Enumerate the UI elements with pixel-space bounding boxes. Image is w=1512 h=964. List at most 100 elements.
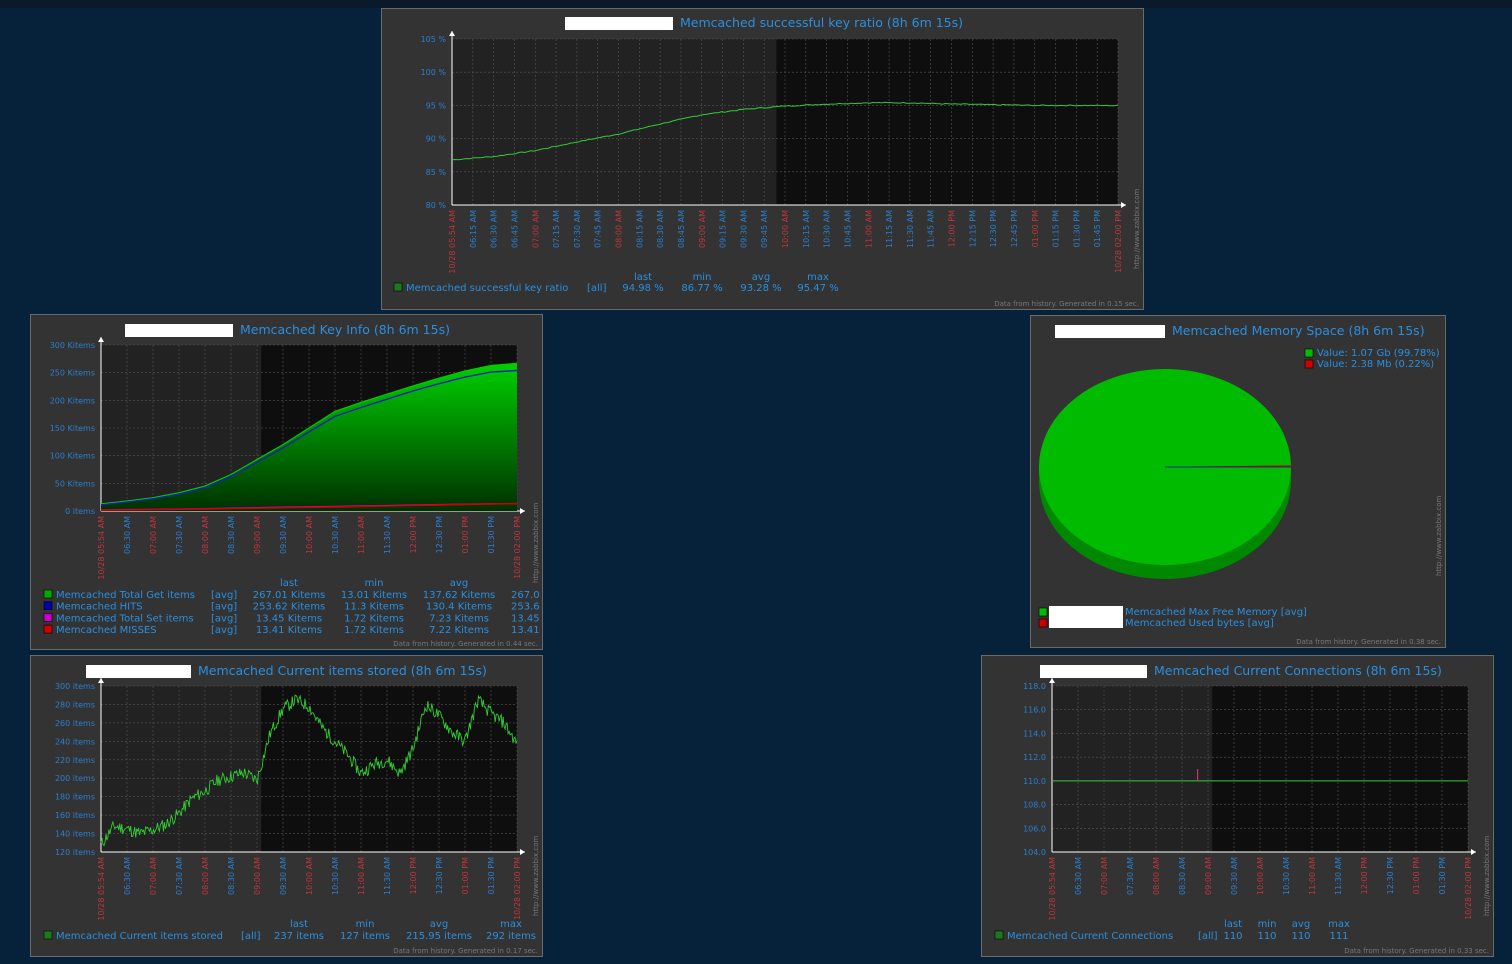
x-tick-label: 11:30 AM (383, 516, 392, 554)
legend-header: max (1328, 919, 1350, 930)
zabbix-url: http://www.zabbix.com (1435, 496, 1443, 576)
legend-header: max (807, 272, 829, 283)
x-tick-label: 11:00 AM (357, 857, 366, 895)
graph-memory-space[interactable]: Memcached Memory Space (8h 6m 15s) Value:… (1030, 315, 1446, 648)
x-tick-label: 12:15 PM (968, 210, 977, 247)
x-axis-arrow (1121, 202, 1126, 208)
y-tick-label: 280 items (55, 700, 95, 709)
legend-value: 13.41 Kitems (256, 625, 322, 636)
graph-current-items-stored[interactable]: Memcached Current items stored (8h 6m 15… (30, 655, 543, 957)
graph-key-info[interactable]: Memcached Key Info (8h 6m 15s) 300 Kitems… (30, 314, 543, 650)
plot-area-light (1052, 686, 1213, 852)
x-tick-label: 01:30 PM (487, 516, 496, 553)
x-tick-label: 12:30 PM (435, 516, 444, 553)
y-tick-label: 112.0 (1023, 753, 1046, 762)
x-tick-label: 10/28 05:54 AM (1048, 857, 1057, 921)
x-tick-label: 09:30 AM (279, 516, 288, 554)
pie-legend-label: Value: 2.38 Mb (0.22%) (1317, 359, 1434, 370)
graph-title: Memcached Current items stored (8h 6m 15… (198, 663, 487, 678)
x-tick-label: 01:00 PM (1412, 857, 1421, 894)
x-tick-label: 11:30 AM (906, 210, 915, 248)
legend-value: 13.41 (511, 625, 540, 636)
x-tick-label: 10:30 AM (1282, 857, 1291, 895)
legend-header: min (365, 578, 384, 589)
x-tick-label: 09:30 AM (1230, 857, 1239, 895)
x-tick-label: 10/28 02:00 PM (1114, 210, 1123, 273)
y-tick-label: 90 % (426, 135, 447, 144)
graph-title: Memcached Key Info (8h 6m 15s) (240, 322, 450, 337)
x-tick-label: 12:00 PM (409, 857, 418, 894)
x-tick-label: 11:45 AM (927, 210, 936, 248)
y-tick-label: 160 items (55, 811, 95, 820)
legend-func: [avg] (211, 590, 237, 601)
redacted-host-box (565, 17, 673, 30)
legend-swatch (1038, 618, 1048, 628)
redacted-host-box (86, 665, 191, 678)
y-tick-label: 140 items (55, 830, 95, 839)
plot-area-dark (1212, 686, 1468, 852)
legend-header: min (1258, 919, 1277, 930)
legend-value: 94.98 % (622, 283, 663, 294)
legend-value: 292 items (486, 931, 536, 942)
generated-footer: Data from history. Generated in 0.15 sec… (994, 300, 1139, 308)
x-tick-label: 10/28 02:00 PM (513, 516, 522, 579)
x-tick-label: 08:30 AM (227, 857, 236, 895)
y-tick-label: 116.0 (1023, 706, 1046, 715)
x-tick-label: 06:30 AM (490, 210, 499, 248)
legend-series-name: Memcached Max Free Memory [avg] (1125, 607, 1307, 618)
legend-value: 1.72 Kitems (344, 625, 404, 636)
legend-value: 110 (1291, 931, 1310, 942)
x-tick-label: 07:30 AM (573, 210, 582, 248)
x-tick-label: 11:30 AM (383, 857, 392, 895)
x-tick-label: 07:00 AM (1100, 857, 1109, 895)
x-tick-label: 01:30 PM (1438, 857, 1447, 894)
y-axis-arrow (98, 337, 104, 342)
graph-successful-key-ratio[interactable]: Memcached successful key ratio (8h 6m 15… (381, 8, 1144, 310)
x-tick-label: 10/28 05:54 AM (448, 210, 457, 274)
y-tick-label: 100 Kitems (50, 452, 95, 461)
x-tick-label: 08:00 AM (201, 857, 210, 895)
legend-func: [avg] (211, 602, 237, 613)
y-tick-label: 114.0 (1023, 729, 1046, 738)
legend-swatch (1038, 607, 1048, 617)
y-tick-label: 80 % (426, 201, 447, 210)
x-tick-label: 11:30 AM (1334, 857, 1343, 895)
legend-swatch (43, 930, 53, 940)
legend-series-name: Memcached Used bytes [avg] (1125, 618, 1274, 629)
legend-header: max (500, 919, 522, 930)
y-tick-label: 150 Kitems (50, 424, 95, 433)
y-tick-label: 240 items (55, 737, 95, 746)
legend-value: 110 (1257, 931, 1276, 942)
legend-header: last (634, 272, 652, 283)
x-tick-label: 01:45 PM (1093, 210, 1102, 247)
x-tick-label: 12:00 PM (1360, 857, 1369, 894)
legend-value: 137.62 Kitems (423, 590, 496, 601)
x-tick-label: 01:00 PM (461, 857, 470, 894)
x-tick-label: 10:30 AM (331, 516, 340, 554)
y-tick-label: 50 Kitems (55, 479, 95, 488)
legend-value: 13.45 Kitems (256, 613, 322, 624)
x-tick-label: 01:00 PM (461, 516, 470, 553)
x-tick-label: 12:30 PM (989, 210, 998, 247)
graph-current-connections[interactable]: Memcached Current Connections (8h 6m 15s… (981, 655, 1494, 957)
redacted-host-box (125, 324, 233, 337)
x-tick-label: 09:30 AM (279, 857, 288, 895)
y-tick-label: 105 % (421, 35, 447, 44)
y-tick-label: 260 items (55, 719, 95, 728)
zabbix-url: http://www.zabbix.com (1483, 836, 1491, 916)
legend-value: 111 (1329, 931, 1348, 942)
legend-header: avg (450, 578, 468, 589)
zabbix-url: http://www.zabbix.com (1133, 189, 1141, 269)
zabbix-url: http://www.zabbix.com (532, 503, 540, 583)
y-tick-label: 250 Kitems (50, 369, 95, 378)
graph-title: Memcached successful key ratio (8h 6m 15… (680, 15, 963, 30)
x-tick-label: 11:00 AM (1308, 857, 1317, 895)
generated-footer: Data from history. Generated in 0.17 sec… (393, 947, 538, 955)
x-tick-label: 07:30 AM (175, 516, 184, 554)
y-tick-label: 220 items (55, 756, 95, 765)
y-tick-label: 180 items (55, 793, 95, 802)
x-tick-label: 10:00 AM (305, 516, 314, 554)
x-tick-label: 06:15 AM (469, 210, 478, 248)
y-tick-label: 200 Kitems (50, 396, 95, 405)
redacted-host-box (1040, 665, 1147, 678)
